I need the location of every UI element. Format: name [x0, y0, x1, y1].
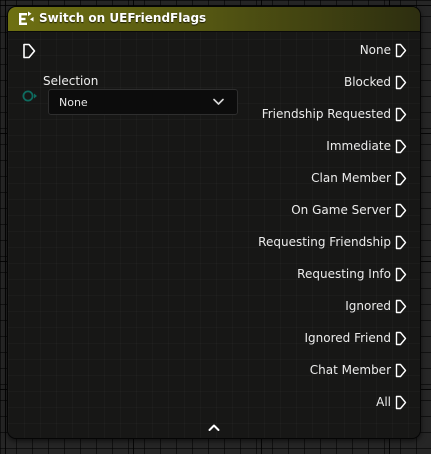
output-pin-all[interactable]: All: [376, 393, 407, 411]
output-pin-ignored[interactable]: Ignored: [345, 297, 407, 315]
selection-label: Selection: [43, 74, 99, 88]
exec-pin-icon[interactable]: [395, 171, 407, 186]
switch-enum-icon: [19, 11, 34, 25]
exec-input-pin-icon[interactable]: [22, 43, 36, 59]
exec-pin-icon[interactable]: [395, 299, 407, 314]
output-pin-friendship-requested[interactable]: Friendship Requested: [262, 105, 407, 123]
exec-pin-icon[interactable]: [395, 43, 407, 58]
exec-pin-icon[interactable]: [395, 267, 407, 282]
output-pin-label: All: [376, 395, 391, 409]
chevron-up-icon[interactable]: [208, 423, 220, 432]
selection-dropdown[interactable]: None: [48, 89, 238, 115]
byte-pin-icon[interactable]: [21, 89, 39, 103]
output-pin-label: Requesting Friendship: [258, 235, 391, 249]
output-pin-label: Requesting Info: [297, 267, 391, 281]
node-title: Switch on UEFriendFlags: [39, 11, 207, 25]
output-pin-label: Blocked: [343, 75, 391, 89]
output-pin-label: Chat Member: [309, 363, 391, 377]
output-pin-chat-member[interactable]: Chat Member: [310, 361, 407, 379]
exec-pin-icon[interactable]: [395, 235, 407, 250]
exec-pin-icon[interactable]: [395, 75, 407, 90]
output-pin-requesting-info[interactable]: Requesting Info: [297, 265, 407, 283]
output-pin-requesting-friendship[interactable]: Requesting Friendship: [258, 233, 407, 251]
output-pin-label: None: [359, 43, 391, 57]
output-pin-label: On Game Server: [291, 203, 391, 217]
output-pin-on-game-server[interactable]: On Game Server: [291, 201, 407, 219]
exec-pin-icon[interactable]: [395, 107, 407, 122]
selection-value: None: [59, 96, 88, 109]
output-pin-ignored-friend[interactable]: Ignored Friend: [305, 329, 408, 347]
exec-pin-icon[interactable]: [395, 203, 407, 218]
exec-pin-icon[interactable]: [395, 395, 407, 410]
output-pin-label: Immediate: [326, 139, 391, 153]
output-pin-label: Friendship Requested: [261, 107, 391, 121]
output-pin-label: Ignored Friend: [304, 331, 392, 345]
exec-pin-icon[interactable]: [395, 139, 407, 154]
output-pin-label: Ignored: [345, 299, 391, 313]
node-header[interactable]: Switch on UEFriendFlags: [8, 7, 420, 32]
output-pin-blocked[interactable]: Blocked: [344, 73, 407, 91]
output-pin-immediate[interactable]: Immediate: [326, 137, 407, 155]
output-pin-clan-member[interactable]: Clan Member: [311, 169, 407, 187]
exec-pin-icon[interactable]: [395, 331, 407, 346]
switch-node[interactable]: Switch on UEFriendFlags Selection None N…: [7, 6, 421, 439]
output-pin-none[interactable]: None: [360, 41, 407, 59]
output-pin-label: Clan Member: [311, 171, 391, 185]
chevron-down-icon: [213, 98, 224, 105]
exec-pin-icon[interactable]: [395, 363, 407, 378]
